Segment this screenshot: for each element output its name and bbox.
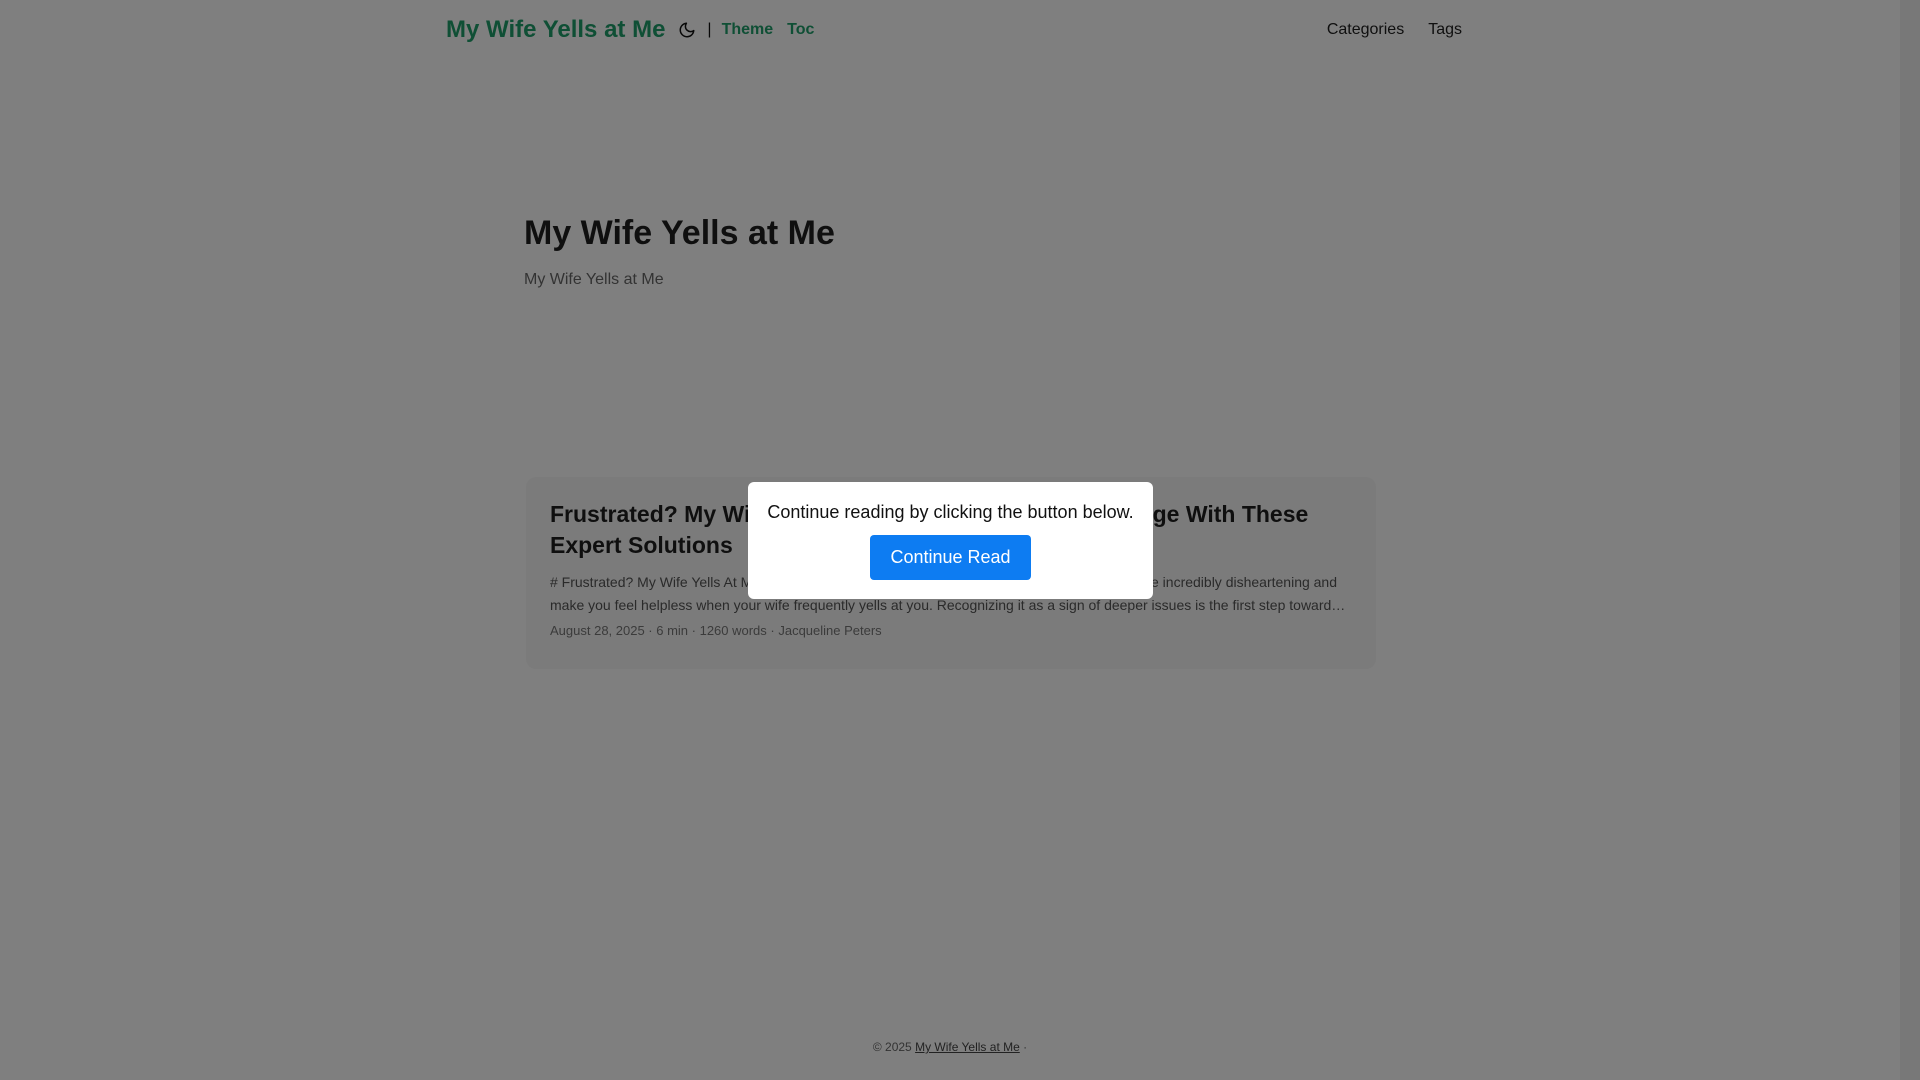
modal-overlay: Continue reading by clicking the button … [0,0,1920,1080]
continue-read-button[interactable]: Continue Read [870,535,1031,580]
continue-modal: Continue reading by clicking the button … [748,482,1153,599]
modal-message: Continue reading by clicking the button … [767,502,1134,522]
